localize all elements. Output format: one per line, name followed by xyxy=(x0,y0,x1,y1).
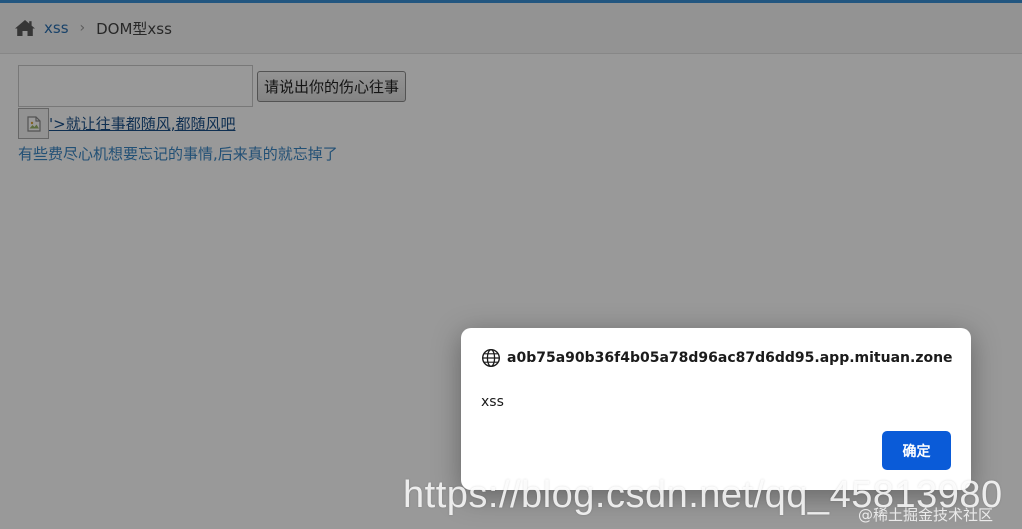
ok-button[interactable]: 确定 xyxy=(882,431,951,470)
watermark-community: @稀土掘金技术社区 xyxy=(858,506,994,524)
dialog-message: xss xyxy=(481,394,504,410)
globe-icon xyxy=(481,348,501,368)
dialog-host: a0b75a90b36f4b05a78d96ac87d6dd95.app.mit… xyxy=(507,350,953,366)
alert-dialog: a0b75a90b36f4b05a78d96ac87d6dd95.app.mit… xyxy=(461,328,971,490)
dialog-header: a0b75a90b36f4b05a78d96ac87d6dd95.app.mit… xyxy=(481,348,953,368)
